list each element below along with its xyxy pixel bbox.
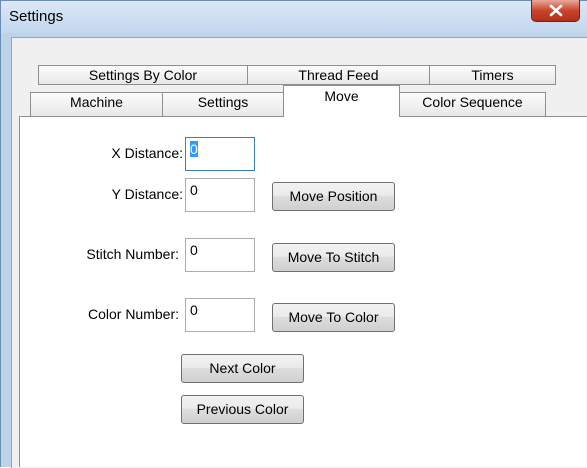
- color-number-value: 0: [190, 302, 198, 318]
- color-number-label: Color Number:: [87, 306, 179, 322]
- tab-label: Timers: [471, 67, 514, 83]
- tab-label: Settings By Color: [88, 67, 198, 83]
- color-number-input[interactable]: 0: [185, 298, 255, 332]
- tab-settings-by-color[interactable]: Settings By Color: [38, 65, 248, 85]
- window-title: Settings: [9, 8, 64, 25]
- tab-machine[interactable]: Machine: [30, 92, 163, 117]
- tab-label: Thread Feed: [298, 67, 379, 83]
- close-icon: [549, 4, 563, 17]
- stitch-number-input[interactable]: 0: [185, 238, 255, 272]
- move-to-stitch-button[interactable]: Move To Stitch: [272, 243, 395, 272]
- move-tab-panel: X Distance: 0 Y Distance: 0 Move Positio…: [19, 116, 587, 467]
- tab-thread-feed[interactable]: Thread Feed: [247, 65, 430, 85]
- stitch-number-value: 0: [190, 242, 198, 258]
- tab-color-sequence[interactable]: Color Sequence: [399, 92, 546, 117]
- tab-move[interactable]: Move: [283, 85, 400, 117]
- previous-color-button[interactable]: Previous Color: [181, 395, 304, 424]
- move-to-color-button[interactable]: Move To Color: [272, 303, 395, 332]
- y-distance-label: Y Distance:: [111, 186, 183, 202]
- x-distance-label: X Distance:: [111, 145, 183, 161]
- next-color-button[interactable]: Next Color: [181, 354, 304, 383]
- x-distance-value: 0: [190, 141, 198, 157]
- move-position-button[interactable]: Move Position: [272, 182, 395, 211]
- tab-settings[interactable]: Settings: [162, 92, 284, 117]
- y-distance-input[interactable]: 0: [185, 178, 255, 212]
- tab-timers[interactable]: Timers: [429, 65, 556, 85]
- x-distance-input[interactable]: 0: [185, 137, 255, 171]
- tab-label: Settings: [197, 94, 249, 110]
- tab-label: Move: [324, 88, 359, 104]
- title-bar[interactable]: Settings: [1, 0, 587, 33]
- tab-label: Machine: [70, 94, 123, 110]
- y-distance-value: 0: [190, 182, 198, 198]
- stitch-number-label: Stitch Number:: [86, 246, 179, 262]
- tab-label: Color Sequence: [422, 94, 523, 110]
- close-button[interactable]: [531, 0, 580, 22]
